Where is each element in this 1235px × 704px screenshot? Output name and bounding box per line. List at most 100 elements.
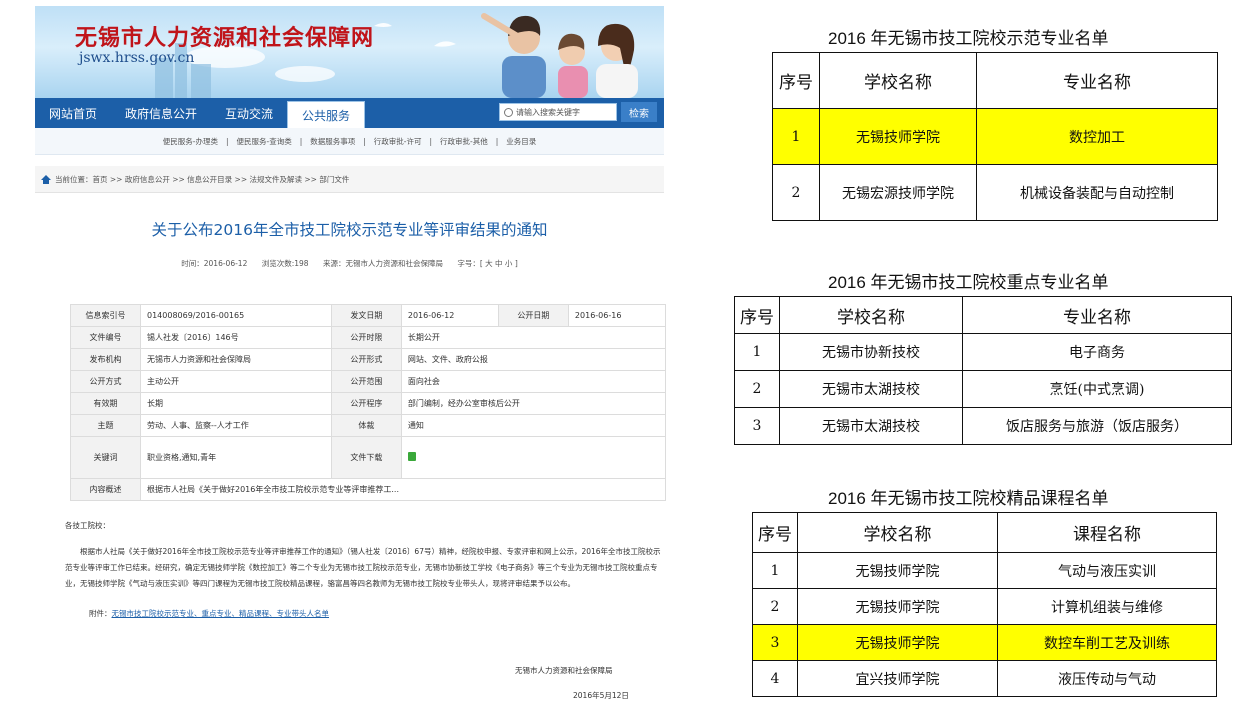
table-row: 主题 劳动、人事、监察--人才工作 体裁 通知 bbox=[70, 414, 667, 437]
cloud bbox=[275, 66, 335, 82]
cell-label: 公开范围 bbox=[330, 370, 402, 393]
building bbox=[191, 64, 211, 98]
table-row: 3 无锡技师学院 数控车削工艺及训练 bbox=[752, 624, 1217, 661]
subnav-link[interactable]: 便民服务-查询类 bbox=[236, 136, 291, 147]
cell-value: 长期 bbox=[140, 392, 332, 415]
table-header-row: 序号 学校名称 专业名称 bbox=[734, 296, 1232, 334]
article-paragraph: 根据市人社局《关于做好2016年全市技工院校示范专业等评审推荐工作的通知》（锡人… bbox=[65, 547, 661, 588]
table-row: 1 无锡市协新技校 电子商务 bbox=[734, 333, 1232, 371]
table-cell: 2 bbox=[752, 588, 798, 625]
cell-label: 内容概述 bbox=[70, 478, 141, 501]
table-cell: 液压传动与气动 bbox=[997, 660, 1217, 697]
search-button[interactable]: 检索 bbox=[621, 102, 657, 122]
table-row: 公开方式 主动公开 公开范围 面向社会 bbox=[70, 370, 667, 393]
table-row: 1 无锡技师学院 气动与液压实训 bbox=[752, 552, 1217, 589]
search-placeholder: 请输入搜索关键字 bbox=[516, 107, 580, 117]
sub-nav: 便民服务-办理类 | 便民服务-查询类 | 数据服务事项 | 行政审批-许可 |… bbox=[35, 128, 664, 155]
demo-table-title: 2016 年无锡市技工院校示范专业名单 bbox=[828, 29, 1109, 48]
table-row: 有效期 长期 公开程序 部门编制，经办公室审核后公开 bbox=[70, 392, 667, 415]
nav-interaction[interactable]: 互动交流 bbox=[211, 98, 287, 128]
cell-label: 公开程序 bbox=[330, 392, 402, 415]
signature-org: 无锡市人力资源和社会保障局 bbox=[515, 666, 613, 675]
subnav-divider: | bbox=[299, 136, 303, 146]
meta-fontsize[interactable]: 字号：[ 大 中 小 ] bbox=[457, 259, 517, 268]
header-cell: 专业名称 bbox=[962, 296, 1232, 334]
table-cell: 2 bbox=[772, 164, 820, 221]
table-row: 4 宜兴技师学院 液压传动与气动 bbox=[752, 660, 1217, 697]
header-cell: 序号 bbox=[752, 512, 798, 553]
breadcrumb: 当前位置：首页 >> 政府信息公开 >> 信息公开目录 >> 法规文件及解读 >… bbox=[35, 166, 664, 193]
table-cell: 数控车削工艺及训练 bbox=[997, 624, 1217, 661]
table-row: 2 无锡市太湖技校 烹饪(中式烹调) bbox=[734, 370, 1232, 408]
table-cell: 3 bbox=[734, 407, 780, 445]
attachment-link[interactable]: 无锡市技工院校示范专业、重点专业、精品课程、专业带头人名单 bbox=[112, 609, 330, 618]
subnav-link[interactable]: 行政审批-许可 bbox=[374, 136, 422, 147]
cell-label: 主题 bbox=[70, 414, 141, 437]
webpage-screenshot: 无锡市人力资源和社会保障网 jswx.hrss.gov.cn 网站首页 政府信息… bbox=[35, 6, 667, 700]
cell-label: 公开形式 bbox=[330, 348, 402, 371]
table-cell: 无锡市太湖技校 bbox=[779, 370, 963, 408]
nav-home[interactable]: 网站首页 bbox=[35, 98, 111, 128]
attachment: 附件：无锡市技工院校示范专业、重点专业、精品课程、专业带头人名单 bbox=[65, 606, 665, 622]
table-row: 3 无锡市太湖技校 饭店服务与旅游（饭店服务） bbox=[734, 407, 1232, 445]
header-cell: 课程名称 bbox=[997, 512, 1217, 553]
table-cell: 无锡技师学院 bbox=[797, 588, 998, 625]
table-row: 内容概述 根据市人社局《关于做好2016年全市技工院校示范专业等评审推荐工... bbox=[70, 478, 666, 501]
signature-date: 2016年5月12日 bbox=[573, 691, 629, 700]
table-cell: 计算机组装与维修 bbox=[997, 588, 1217, 625]
cell-value: 主动公开 bbox=[140, 370, 332, 393]
table-row: 信息索引号 014008069/2016-00165 发文日期 2016-06-… bbox=[70, 304, 667, 327]
download-icon[interactable] bbox=[407, 452, 416, 461]
home-icon bbox=[41, 174, 51, 184]
header-cell: 学校名称 bbox=[819, 52, 977, 109]
table-row: 发布机构 无锡市人力资源和社会保障局 公开形式 网站、文件、政府公报 bbox=[70, 348, 667, 371]
meta-time: 时间：2016-06-12 bbox=[181, 259, 248, 268]
header-cell: 专业名称 bbox=[976, 52, 1218, 109]
subnav-divider: | bbox=[495, 136, 499, 146]
nav-gov-info[interactable]: 政府信息公开 bbox=[111, 98, 211, 128]
header-cell: 序号 bbox=[734, 296, 780, 334]
greeting: 各技工院校： bbox=[65, 521, 110, 530]
cell-label: 有效期 bbox=[70, 392, 141, 415]
cell-label: 发文日期 bbox=[330, 304, 402, 327]
course-table-title: 2016 年无锡市技工院校精品课程名单 bbox=[828, 489, 1109, 508]
table-cell: 1 bbox=[772, 108, 820, 165]
meta-views: 浏览次数:198 bbox=[261, 259, 309, 268]
cell-value: 无锡市人力资源和社会保障局 bbox=[140, 348, 332, 371]
cell-label: 公开时限 bbox=[330, 326, 402, 349]
cell-value: 通知 bbox=[400, 414, 667, 437]
table-cell: 无锡市太湖技校 bbox=[779, 407, 963, 445]
site-title: 无锡市人力资源和社会保障网 bbox=[75, 25, 375, 51]
cell-value: 锡人社发〔2016〕146号 bbox=[140, 326, 332, 349]
subnav-link[interactable]: 业务目录 bbox=[506, 136, 536, 147]
table-row: 1 无锡技师学院 数控加工 bbox=[772, 108, 1218, 165]
nav-public-service[interactable]: 公共服务 bbox=[287, 101, 366, 128]
table-cell: 1 bbox=[752, 552, 798, 589]
breadcrumb-text[interactable]: 当前位置：首页 >> 政府信息公开 >> 信息公开目录 >> 法规文件及解读 >… bbox=[55, 174, 349, 185]
table-row: 2 无锡技师学院 计算机组装与维修 bbox=[752, 588, 1217, 625]
table-cell: 无锡宏源技师学院 bbox=[819, 164, 977, 221]
cell-label: 关键词 bbox=[70, 436, 141, 479]
cell-label: 信息索引号 bbox=[70, 304, 141, 327]
info-table: 信息索引号 014008069/2016-00165 发文日期 2016-06-… bbox=[70, 304, 667, 501]
cell-value: 根据市人社局《关于做好2016年全市技工院校示范专业等评审推荐工... bbox=[140, 478, 666, 501]
cell-label: 发布机构 bbox=[70, 348, 141, 371]
subnav-link[interactable]: 行政审批-其他 bbox=[440, 136, 488, 147]
cell-label: 公开日期 bbox=[497, 304, 569, 327]
subnav-divider: | bbox=[429, 136, 433, 146]
header-cell: 序号 bbox=[772, 52, 820, 109]
table-row: 文件编号 锡人社发〔2016〕146号 公开时限 长期公开 bbox=[70, 326, 667, 349]
table-cell: 3 bbox=[752, 624, 798, 661]
cell-value: 部门编制，经办公室审核后公开 bbox=[400, 392, 667, 415]
subnav-link[interactable]: 数据服务事项 bbox=[310, 136, 355, 147]
table-cell: 电子商务 bbox=[962, 333, 1232, 371]
table-cell: 烹饪(中式烹调) bbox=[962, 370, 1232, 408]
table-cell: 无锡市协新技校 bbox=[779, 333, 963, 371]
header-cell: 学校名称 bbox=[797, 512, 998, 553]
quality-courses-table: 序号 学校名称 课程名称 1 无锡技师学院 气动与液压实训 2 无锡技师学院 计… bbox=[752, 512, 1217, 697]
search-input[interactable]: 请输入搜索关键字 bbox=[499, 103, 617, 121]
table-row: 关键词 职业资格,通知,青年 文件下载 bbox=[70, 436, 667, 479]
subnav-link[interactable]: 便民服务-办理类 bbox=[163, 136, 218, 147]
table-cell: 无锡技师学院 bbox=[819, 108, 977, 165]
download-cell bbox=[400, 436, 667, 479]
